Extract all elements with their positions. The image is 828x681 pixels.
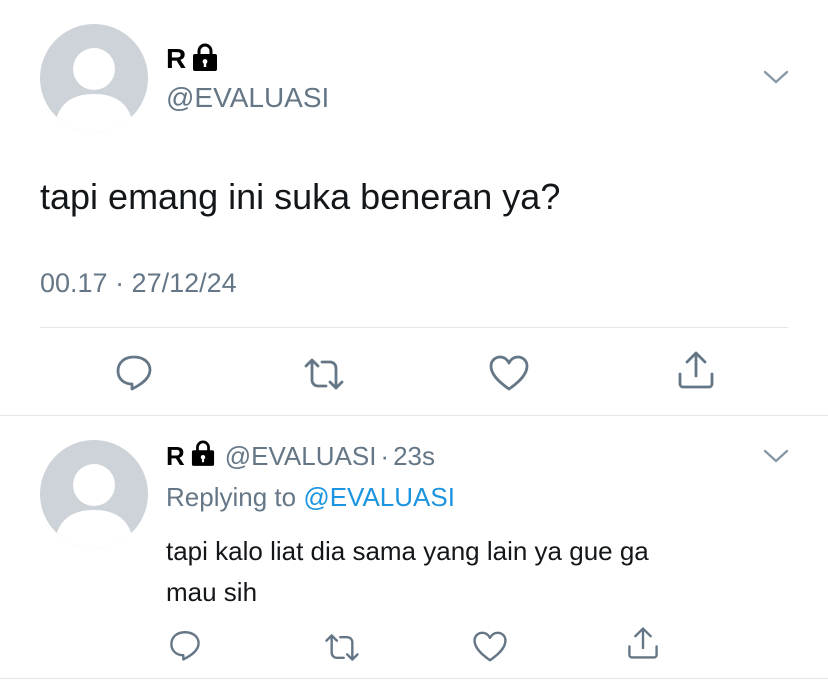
reply-tweet-separator: ·: [380, 440, 390, 471]
share-icon: [628, 627, 658, 659]
reply-tweet-avatar[interactable]: [40, 440, 148, 548]
main-tweet-caret-button[interactable]: [762, 68, 790, 86]
reply-like-button[interactable]: [472, 630, 508, 663]
section-divider: [0, 415, 828, 416]
default-profile-icon: [54, 48, 134, 132]
reply-reply-button[interactable]: [168, 628, 202, 662]
main-tweet-avatar[interactable]: [40, 24, 148, 132]
reply-retweet-button[interactable]: [323, 632, 361, 663]
reply-tweet-caret-button[interactable]: [762, 447, 790, 465]
reply-tweet-header: R @EVALUASI · 23s: [166, 440, 435, 472]
chevron-down-icon: [763, 449, 789, 463]
retweet-icon: [304, 358, 344, 390]
chevron-down-icon: [763, 70, 789, 84]
reply-icon: [170, 631, 200, 661]
main-share-button[interactable]: [676, 350, 716, 390]
replying-to-handle-link[interactable]: @EVALUASI: [303, 482, 455, 512]
default-profile-icon: [54, 464, 134, 548]
like-icon: [473, 631, 507, 662]
main-tweet-name-row: R: [166, 43, 218, 75]
replying-to-line: Replying to @EVALUASI: [166, 482, 455, 513]
reply-tweet-age[interactable]: 23s: [393, 441, 435, 472]
main-tweet-timestamp[interactable]: 00.17 · 27/12/24: [40, 268, 237, 299]
share-icon: [678, 351, 714, 389]
retweet-icon: [325, 634, 359, 661]
bottom-divider: [0, 678, 828, 679]
main-like-button[interactable]: [488, 354, 530, 392]
reply-tweet-display-name[interactable]: R: [166, 441, 185, 472]
main-tweet-text: tapi emang ini suka beneran ya?: [40, 176, 561, 217]
reply-tweet-text-line-2: mau sih: [166, 577, 258, 607]
lock-icon: [191, 440, 215, 473]
main-retweet-button[interactable]: [302, 356, 346, 392]
reply-share-button[interactable]: [626, 626, 660, 660]
lock-icon: [192, 43, 218, 76]
reply-tweet-text-line-1: tapi kalo liat dia sama yang lain ya gue…: [166, 536, 649, 566]
reply-icon: [116, 355, 152, 391]
reply-tweet-handle[interactable]: @EVALUASI: [225, 441, 377, 472]
main-tweet-display-name[interactable]: R: [166, 43, 186, 75]
replying-to-prefix: Replying to: [166, 482, 297, 512]
main-reply-button[interactable]: [114, 352, 154, 392]
like-icon: [489, 355, 529, 391]
main-tweet-divider: [40, 327, 788, 328]
main-tweet-handle[interactable]: @EVALUASI: [166, 82, 329, 114]
